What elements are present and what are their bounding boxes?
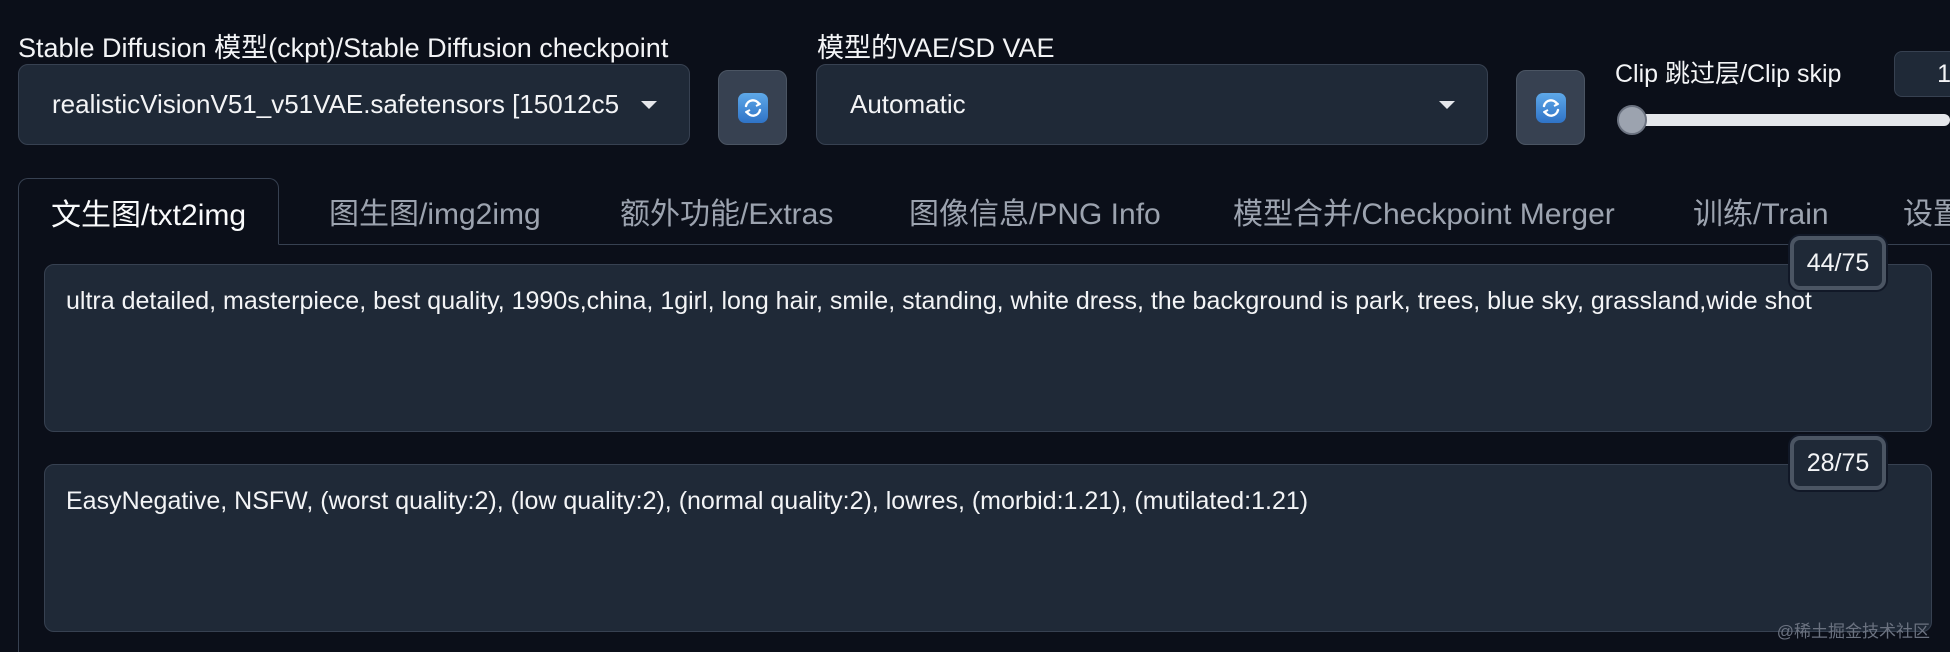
tab-checkpoint-merger[interactable]: 模型合并/Checkpoint Merger	[1233, 178, 1615, 244]
tab-train[interactable]: 训练/Train	[1693, 178, 1829, 244]
main-tabs: 文生图/txt2img 图生图/img2img 额外功能/Extras 图像信息…	[18, 178, 1950, 245]
vae-dropdown[interactable]: Automatic	[816, 64, 1488, 145]
clip-skip-input[interactable]: 1	[1894, 51, 1950, 97]
chevron-down-icon	[1439, 100, 1455, 109]
refresh-vae-button[interactable]	[1516, 70, 1585, 145]
checkpoint-dropdown[interactable]: realisticVisionV51_v51VAE.safetensors [1…	[18, 64, 690, 145]
tab-settings[interactable]: 设置	[1903, 178, 1950, 244]
refresh-icon	[737, 92, 768, 123]
tab-extras[interactable]: 额外功能/Extras	[620, 178, 833, 244]
chevron-down-icon	[641, 100, 657, 109]
negative-prompt-token-counter: 28/75	[1790, 436, 1886, 490]
clip-skip-label: Clip 跳过层/Clip skip	[1615, 60, 1842, 88]
webui-top-panel: Stable Diffusion 模型(ckpt)/Stable Diffusi…	[0, 0, 1950, 652]
prompt-textarea[interactable]: ultra detailed, masterpiece, best qualit…	[44, 264, 1932, 432]
clip-skip-slider-track[interactable]	[1630, 114, 1950, 126]
prompt-token-counter: 44/75	[1790, 236, 1886, 290]
checkpoint-label: Stable Diffusion 模型(ckpt)/Stable Diffusi…	[18, 33, 669, 63]
negative-prompt-textarea[interactable]: EasyNegative, NSFW, (worst quality:2), (…	[44, 464, 1932, 632]
refresh-checkpoint-button[interactable]	[718, 70, 787, 145]
watermark: @稀土掘金技术社区	[1776, 622, 1930, 641]
tab-png-info[interactable]: 图像信息/PNG Info	[909, 178, 1161, 244]
clip-skip-slider-thumb[interactable]	[1617, 105, 1647, 135]
vae-value: Automatic	[850, 89, 966, 119]
tab-txt2img[interactable]: 文生图/txt2img	[18, 178, 280, 245]
vae-label: 模型的VAE/SD VAE	[817, 33, 1055, 63]
refresh-icon	[1535, 92, 1566, 123]
tab-img2img[interactable]: 图生图/img2img	[329, 178, 541, 244]
checkpoint-value: realisticVisionV51_v51VAE.safetensors [1…	[52, 89, 620, 119]
